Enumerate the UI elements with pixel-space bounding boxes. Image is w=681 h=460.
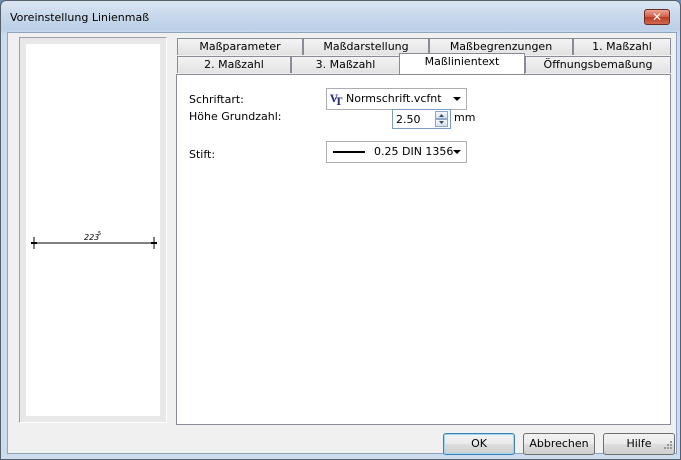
ok-button[interactable]: OK xyxy=(443,433,515,455)
spin-down-icon xyxy=(439,121,444,124)
pen-select-value: 0.25 DIN 1356 xyxy=(374,145,454,158)
tab-2-masszahl[interactable]: 2. Maßzahl xyxy=(177,56,291,73)
pen-select[interactable]: 0.25 DIN 1356 xyxy=(326,141,467,163)
height-label: Höhe Grundzahl: xyxy=(189,110,282,123)
font-select-value: Normschrift.vcfnt xyxy=(346,92,442,105)
dimension-superscript: 5 xyxy=(98,231,101,237)
vectorfont-icon: V T xyxy=(330,94,343,106)
spin-up-icon xyxy=(439,114,444,117)
font-select[interactable]: V T Normschrift.vcfnt xyxy=(326,88,467,110)
resize-grip-icon[interactable] xyxy=(663,440,673,450)
pen-label: Stift: xyxy=(189,148,216,161)
preview-canvas: 223 5 xyxy=(26,44,160,416)
height-input[interactable]: 2.50 xyxy=(392,109,451,129)
dimension-preview-drawing: 223 5 xyxy=(31,231,157,249)
tab-massparameter[interactable]: Maßparameter xyxy=(177,38,303,55)
close-icon: ✕ xyxy=(651,10,663,24)
dialog-window: Voreinstellung Linienmaß ✕ 223 5 Maßpara… xyxy=(0,0,681,460)
preview-frame: 223 5 xyxy=(19,37,167,423)
tab-3-masszahl[interactable]: 3. Maßzahl xyxy=(291,56,400,73)
title-bar[interactable]: Voreinstellung Linienmaß ✕ xyxy=(1,1,680,33)
tab-oeffnungsbemassung[interactable]: Öffnungsbemaßung xyxy=(525,56,671,73)
chevron-down-icon xyxy=(453,150,461,154)
chevron-down-icon xyxy=(453,97,461,101)
font-label: Schriftart: xyxy=(189,93,244,106)
height-unit: mm xyxy=(454,111,476,124)
cancel-button[interactable]: Abbrechen xyxy=(523,433,595,455)
tab-1-masszahl[interactable]: 1. Maßzahl xyxy=(573,38,671,55)
svg-text:T: T xyxy=(335,97,343,106)
tab-panel-masslinientext: Schriftart: V T Normschrift.vcfnt Höhe G… xyxy=(176,74,671,425)
pen-line-sample-icon xyxy=(333,151,365,153)
dialog-client-area: 223 5 Maßparameter Maßdarstellung Maßbeg… xyxy=(7,32,677,455)
height-spin-up-button[interactable] xyxy=(435,111,448,119)
window-title: Voreinstellung Linienmaß xyxy=(10,11,150,24)
close-button[interactable]: ✕ xyxy=(644,9,670,25)
dimension-text: 223 xyxy=(84,233,99,242)
tab-masslinientext[interactable]: Maßlinientext xyxy=(399,53,525,74)
height-spin-down-button[interactable] xyxy=(435,119,448,127)
height-input-value: 2.50 xyxy=(396,113,421,126)
